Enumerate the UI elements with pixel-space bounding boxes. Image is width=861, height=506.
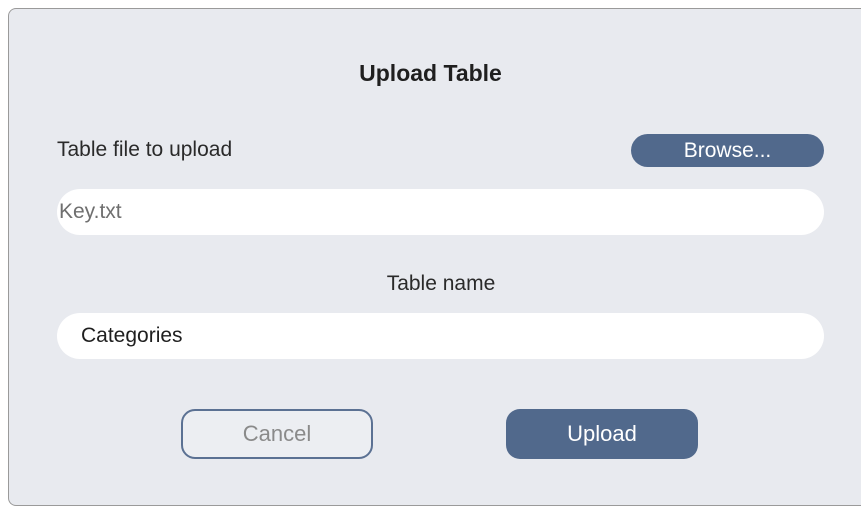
cancel-button[interactable]: Cancel	[181, 409, 373, 459]
table-file-label: Table file to upload	[57, 138, 233, 161]
browse-button[interactable]: Browse...	[631, 134, 824, 167]
table-name-input[interactable]: Categories	[57, 313, 824, 359]
table-file-field[interactable]: Key.txt	[57, 189, 824, 235]
dialog-title: Upload Table	[359, 60, 502, 86]
table-name-label: Table name	[386, 272, 496, 295]
upload-button[interactable]: Upload	[506, 409, 698, 459]
